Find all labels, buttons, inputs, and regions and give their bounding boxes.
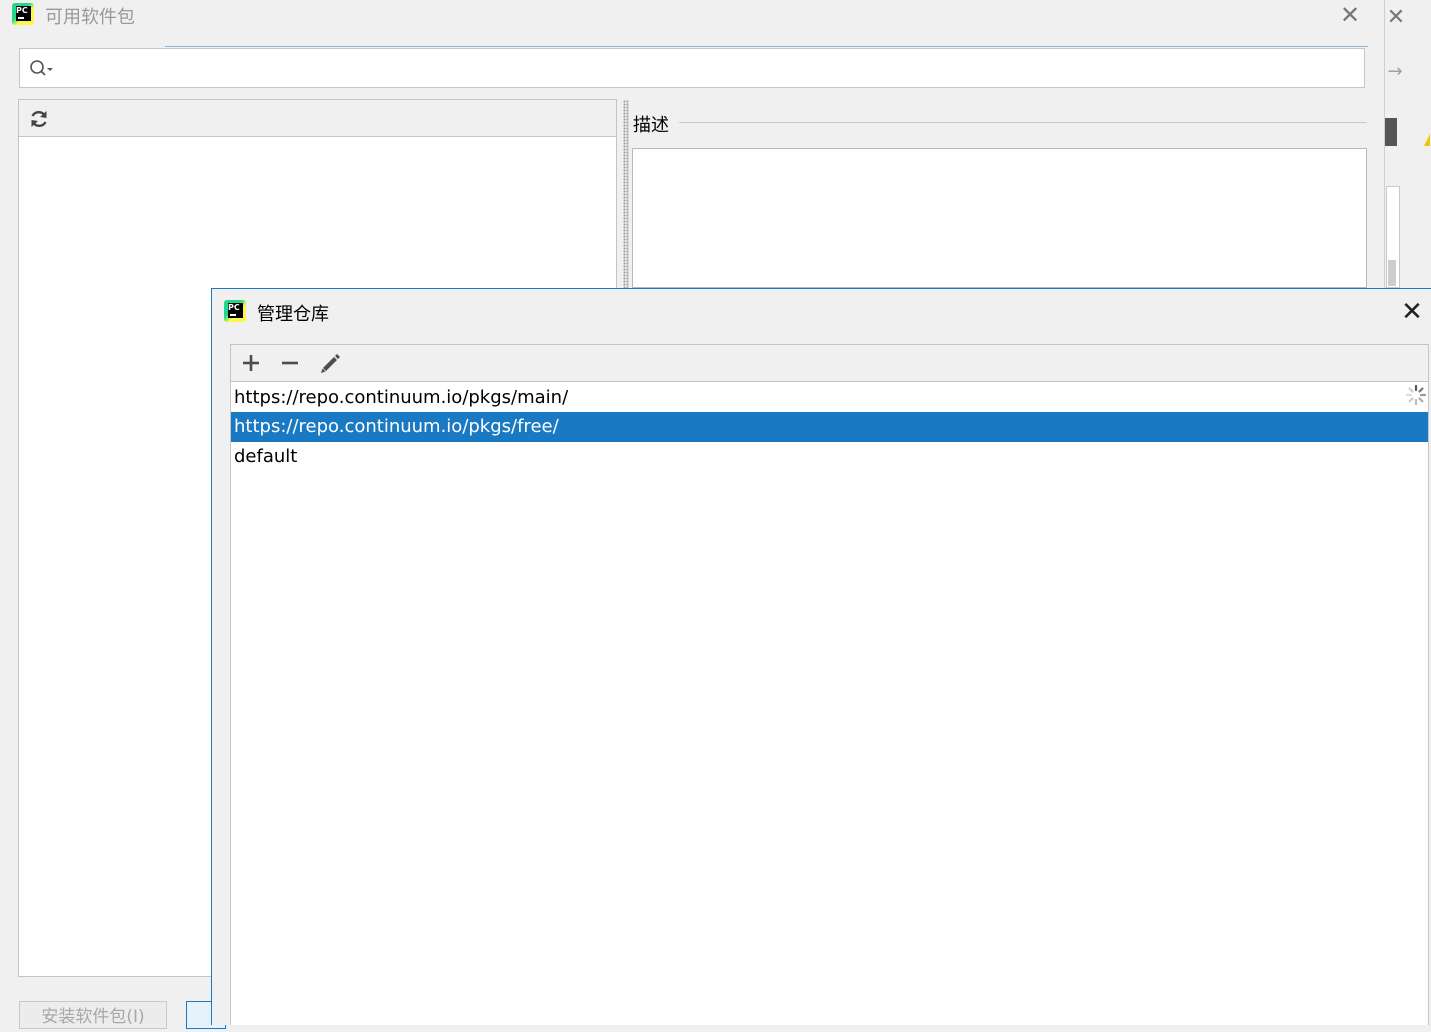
repository-row-selected[interactable]: https://repo.continuum.io/pkgs/free/ (231, 412, 1428, 442)
dialog-title: 管理仓库 (257, 304, 329, 325)
search-icon[interactable] (28, 58, 54, 78)
refresh-icon[interactable] (28, 108, 50, 130)
spinner-icon (1405, 384, 1427, 406)
panel-splitter[interactable] (623, 100, 629, 288)
main-window-title: 可用软件包 (45, 7, 135, 28)
background-scrollbar-thumb[interactable] (1388, 260, 1396, 286)
search-input[interactable] (19, 48, 1365, 88)
background-close-icon[interactable]: ✕ (1382, 4, 1410, 32)
close-icon[interactable]: ✕ (1336, 1, 1364, 29)
pycharm-logo-icon: PC (12, 3, 34, 25)
packages-toolbar (19, 100, 616, 137)
warning-icon (1424, 134, 1430, 146)
close-icon[interactable]: ✕ (1397, 297, 1427, 327)
pencil-icon[interactable] (318, 351, 342, 375)
arrow-right-icon[interactable]: → (1383, 60, 1407, 84)
description-label: 描述 (633, 115, 669, 136)
main-title-bar (0, 0, 1384, 30)
description-divider (679, 122, 1367, 123)
description-text (632, 148, 1367, 288)
gear-icon[interactable] (1385, 118, 1397, 146)
minus-icon[interactable] (278, 351, 302, 375)
repositories-toolbar (231, 345, 1428, 382)
repository-row[interactable]: default (231, 442, 1428, 472)
plus-icon[interactable] (239, 351, 263, 375)
repository-row[interactable]: https://repo.continuum.io/pkgs/main/ (231, 383, 1428, 413)
pycharm-logo-icon: PC (224, 300, 246, 322)
title-underline (165, 46, 1368, 47)
